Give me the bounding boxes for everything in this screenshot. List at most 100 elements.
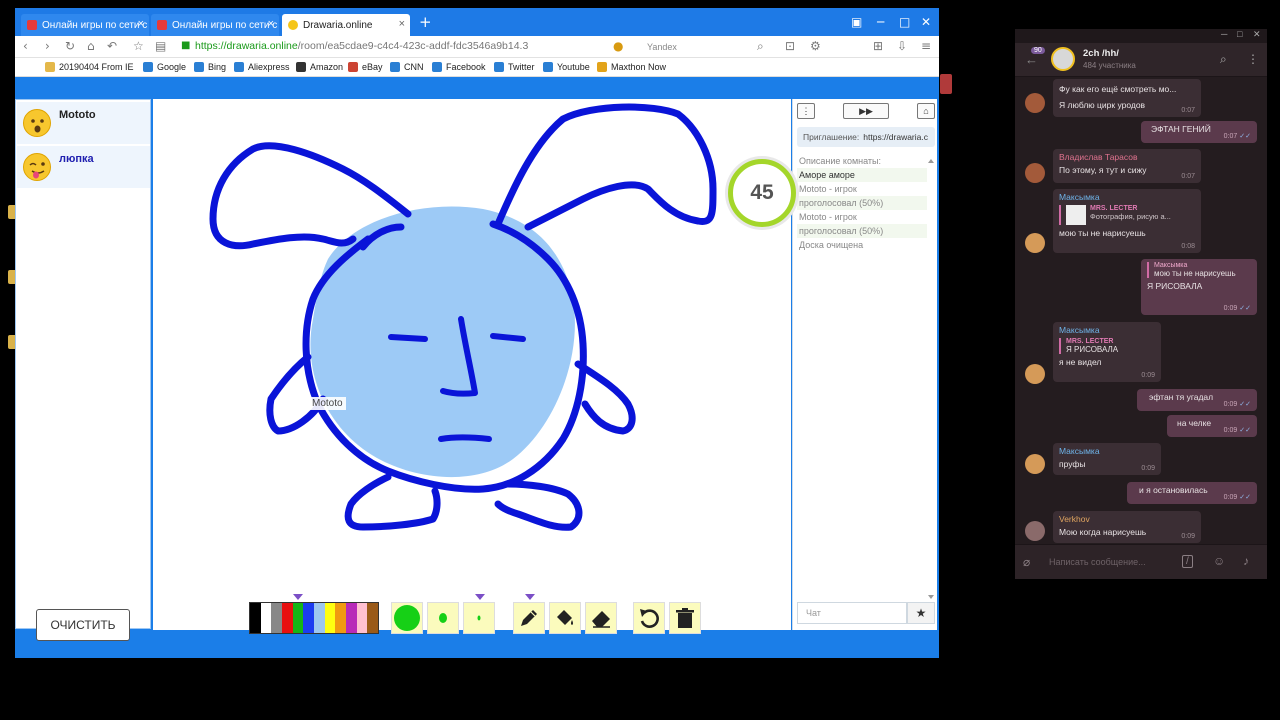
minimize-window-icon[interactable]: ─ [877,15,884,29]
color-palette[interactable] [249,602,379,634]
avatar[interactable] [1025,233,1045,253]
bookmark-youtube[interactable]: Youtube [543,62,590,72]
star-icon[interactable]: ★ [907,602,935,624]
color-swatch[interactable] [282,603,293,633]
reply-quote[interactable]: MRS. LECTER Я РИСОВАЛА [1059,338,1155,354]
back-arrow-icon[interactable]: ← [1025,52,1038,67]
maximize-window-icon[interactable]: □ [1237,29,1242,39]
restore-tabs-icon[interactable]: ▣ [851,15,862,29]
search-icon[interactable]: ⌕ [757,39,764,54]
microphone-icon[interactable]: ♪ [1243,554,1249,568]
eraser-tool-button[interactable] [585,602,617,634]
back-icon[interactable]: ‹ [23,39,28,53]
color-swatch[interactable] [335,603,347,633]
color-swatch[interactable] [346,603,357,633]
download-icon[interactable]: ⇩ [897,39,907,53]
color-swatch[interactable] [303,603,315,633]
forward-icon[interactable]: › [45,39,50,53]
avatar[interactable] [1025,163,1045,183]
maximize-window-icon[interactable]: □ [899,15,910,29]
message-bubble[interactable]: Verkhov Мою когда нарисуешь 0:09 [1053,511,1201,543]
avatar[interactable] [1025,93,1045,113]
new-tab-button[interactable]: + [419,13,432,31]
close-window-icon[interactable]: ✕ [1253,29,1261,40]
brush-size-large-button[interactable] [391,602,423,634]
brush-size-small-button[interactable] [463,602,495,634]
more-options-icon[interactable]: ⋮ [1247,52,1259,66]
reload-icon[interactable]: ↻ [65,39,75,53]
home-button[interactable]: ⌂ [917,103,935,119]
menu-icon[interactable]: ≡ [921,39,931,53]
tab-games-2[interactable]: Онлайн игры по сети с × [151,14,279,36]
drawing-canvas[interactable]: Mototo [153,99,791,630]
undo-icon[interactable]: ↶ [107,39,117,53]
close-tab-icon[interactable]: × [138,18,144,30]
color-swatch[interactable] [324,603,336,633]
commands-icon[interactable]: / [1182,555,1193,568]
chat-input[interactable]: Чат [797,602,907,624]
color-swatch[interactable] [314,603,325,633]
undo-tool-button[interactable] [633,602,665,634]
message-bubble[interactable]: ЭФТАН ГЕНИЙ 0:07 ✓✓ [1141,121,1257,143]
message-bubble[interactable]: Максымка пруфы 0:09 [1053,443,1161,475]
tab-games-1[interactable]: Онлайн игры по сети с × [21,14,149,36]
tools-icon[interactable]: ⊡ [785,39,795,53]
bookmark-ebay[interactable]: eBay [348,62,383,72]
fill-tool-button[interactable] [549,602,581,634]
minimize-window-icon[interactable]: ─ [1221,29,1227,39]
capture-icon[interactable]: ⊞ [873,39,883,53]
clear-button[interactable]: ОЧИСТИТЬ [36,609,130,641]
message-bubble[interactable]: Фу как его ещё смотреть мо... Я люблю ци… [1053,79,1201,117]
message-bubble[interactable]: и я остановилась 0:09 ✓✓ [1127,482,1257,504]
settings-icon[interactable]: ⚙ [810,39,821,53]
bookmark-cnn[interactable]: CNN [390,62,424,72]
color-swatch[interactable] [356,603,368,633]
pencil-tool-button[interactable] [513,602,545,634]
bookmark-maxthon[interactable]: Maxthon Now [597,62,666,72]
message-input[interactable]: Написать сообщение... [1049,557,1146,567]
bookmark-facebook[interactable]: Facebook [432,62,486,72]
delete-tool-button[interactable] [669,602,701,634]
extension-icon[interactable]: ● [613,39,623,53]
reply-quote[interactable]: MRS. LECTER Фотография, рисую а... [1059,205,1195,225]
color-swatch[interactable] [367,603,379,633]
color-swatch[interactable] [271,603,283,633]
url-field[interactable]: https://drawaria.online/room/ea5cdae9-c4… [195,40,528,52]
invite-link-field[interactable]: Приглашение: https://drawaria.c [797,127,935,147]
avatar[interactable] [1025,521,1045,541]
message-bubble[interactable]: Максымка MRS. LECTER Фотография, рисую а… [1053,189,1201,253]
color-swatch[interactable] [250,603,261,633]
reply-quote[interactable]: Максымка мою ты не нарисуешь [1147,262,1251,278]
bookmark-twitter[interactable]: Twitter [494,62,535,72]
message-bubble[interactable]: эфтан тя угадал 0:09 ✓✓ [1137,389,1257,411]
menu-dots-button[interactable]: ⋮ [797,103,815,119]
search-icon[interactable]: ⌕ [1220,52,1227,67]
player-row[interactable]: люпка [17,146,150,188]
star-icon[interactable]: ☆ [133,39,144,53]
message-bubble[interactable]: Максымка MRS. LECTER Я РИСОВАЛА я не вид… [1053,322,1161,382]
bookmark-bing[interactable]: Bing [194,62,226,72]
message-bubble[interactable]: на челке 0:09 ✓✓ [1167,415,1257,437]
search-input[interactable]: Yandex [641,39,771,55]
chat-title[interactable]: 2ch /hh/ [1083,48,1119,59]
avatar[interactable] [1025,364,1045,384]
emoji-icon[interactable]: ☺ [1213,554,1225,568]
bookmark-amazon[interactable]: Amazon [296,62,343,72]
reader-icon[interactable]: ▤ [155,39,166,53]
close-tab-icon[interactable]: × [399,18,405,30]
message-bubble[interactable]: Владислав Тарасов По этому, я тут и сижу… [1053,149,1201,183]
close-tab-icon[interactable]: × [268,18,274,30]
bookmark-google[interactable]: Google [143,62,186,72]
color-swatch[interactable] [260,603,272,633]
skip-button[interactable]: ▶▶ [843,103,889,119]
attach-icon[interactable]: ⌀ [1023,555,1030,569]
color-swatch[interactable] [292,603,304,633]
tab-drawaria[interactable]: Drawaria.online × [282,14,410,36]
bookmark-folder[interactable]: 20190404 From IE [45,62,134,72]
home-icon[interactable]: ⌂ [87,39,95,53]
brush-size-medium-button[interactable] [427,602,459,634]
avatar[interactable] [1025,454,1045,474]
player-row[interactable]: Mototo [17,102,150,144]
bookmark-aliexpress[interactable]: Aliexpress [234,62,290,72]
chat-avatar[interactable] [1051,47,1075,71]
